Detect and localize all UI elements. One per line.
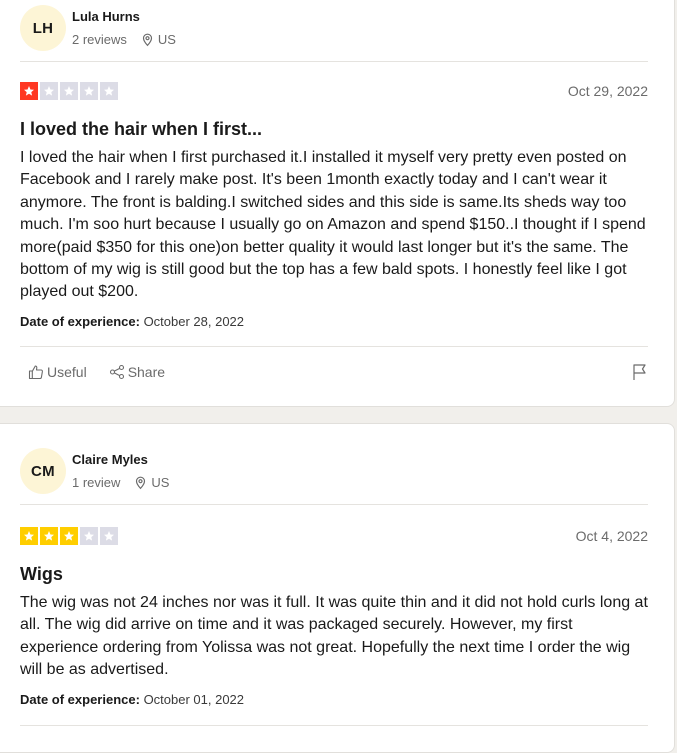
review-card: CM Claire Myles 1 review US Oct 4, 2022 [0,423,675,753]
location-pin-icon [134,476,147,490]
experience-label: Date of experience: [20,692,140,707]
share-label: Share [127,364,166,380]
divider [20,61,648,62]
review-title[interactable]: Wigs [20,564,63,585]
star-rating [20,82,118,100]
review-date: Oct 29, 2022 [567,83,648,99]
review-date: Oct 4, 2022 [575,528,648,544]
star-icon [80,82,98,100]
review-body: I loved the hair when I first purchased … [20,149,646,301]
review-card: LH Lula Hurns 2 reviews US Oct 29, 2022 [0,0,675,407]
reviewer-name[interactable]: Claire Myles [72,452,169,467]
flag-icon[interactable] [632,363,648,386]
star-icon [60,527,78,545]
reviewer-country: US [157,32,176,47]
date-of-experience: Date of experience: October 28, 2022 [20,314,244,329]
avatar[interactable]: CM [20,448,66,494]
experience-date: October 01, 2022 [143,692,245,707]
review-count: 2 reviews [72,32,127,47]
star-icon [100,527,118,545]
review-actions: Useful Share [28,364,187,380]
star-icon [20,82,38,100]
star-icon [40,82,58,100]
divider [20,725,648,726]
thumbs-up-icon [28,364,47,380]
review-count: 1 review [72,475,121,490]
star-rating [20,527,118,545]
reviewer-info[interactable]: CM Claire Myles 1 review US [20,448,169,494]
experience-date: October 28, 2022 [143,314,245,329]
star-icon [40,527,58,545]
star-icon [100,82,118,100]
divider [20,504,648,505]
date-of-experience: Date of experience: October 01, 2022 [20,692,244,707]
location-pin-icon [141,33,154,47]
review-title[interactable]: I loved the hair when I first... [20,119,262,140]
share-icon [109,364,128,380]
useful-label: Useful [47,364,87,380]
experience-label: Date of experience: [20,314,140,329]
star-icon [20,527,38,545]
reviewer-country: US [151,475,170,490]
useful-button[interactable]: Useful [28,364,87,380]
reviewer-name[interactable]: Lula Hurns [72,9,176,24]
star-icon [60,82,78,100]
reviewer-info[interactable]: LH Lula Hurns 2 reviews US [20,5,176,51]
review-body: The wig was not 24 inches nor was it ful… [20,594,648,679]
divider [20,346,648,347]
avatar[interactable]: LH [20,5,66,51]
share-button[interactable]: Share [109,364,165,380]
star-icon [80,527,98,545]
